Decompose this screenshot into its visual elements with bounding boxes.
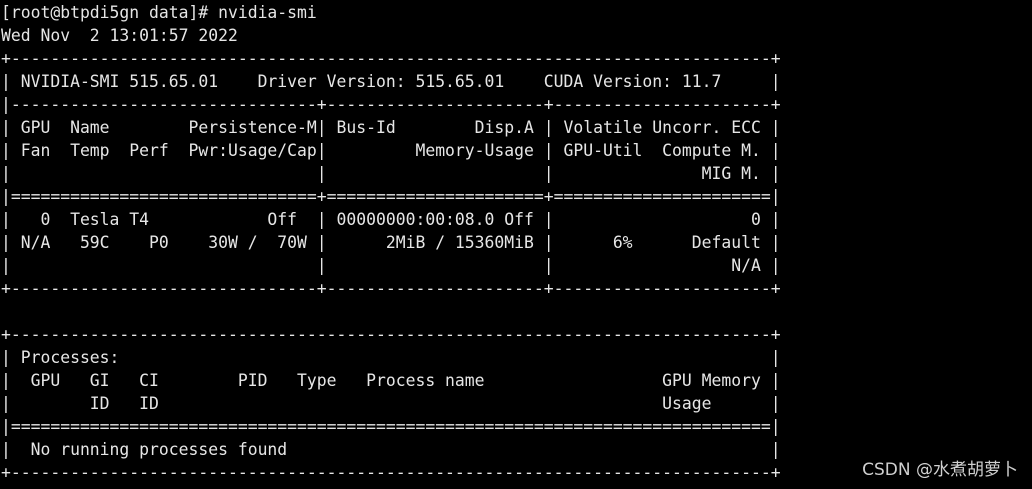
table-border-top: +---------------------------------------…: [1, 49, 781, 68]
input-line[interactable]: [1, 484, 1029, 487]
timestamp-line: Wed Nov 2 13:01:57 2022: [1, 26, 238, 45]
table-border-bottom: +-------------------------------+-------…: [1, 279, 781, 298]
processes-header-row-2: | ID ID Usage |: [1, 394, 781, 413]
gpu-header-row-1: | GPU Name Persistence-M| Bus-Id Disp.A …: [1, 118, 781, 137]
table-divider: |-------------------------------+-------…: [1, 95, 781, 114]
processes-header-row-1: | GPU GI CI PID Type Process name GPU Me…: [1, 371, 781, 390]
terminal-window[interactable]: [root@btpdi5gn data]# nvidia-smi Wed Nov…: [1, 1, 1029, 487]
gpu-header-row-2: | Fan Temp Perf Pwr:Usage/Cap| Memory-Us…: [1, 141, 781, 160]
processes-border-top: +---------------------------------------…: [1, 325, 781, 344]
gpu-header-row-3: | | | MIG M. |: [1, 164, 781, 183]
smi-version-line: | NVIDIA-SMI 515.65.01 Driver Version: 5…: [1, 72, 781, 91]
header-separator: |===============================+=======…: [1, 187, 781, 206]
gpu-info-row-3: | | | N/A |: [1, 256, 781, 275]
gpu-info-row-1: | 0 Tesla T4 Off | 00000000:00:08.0 Off …: [1, 210, 781, 229]
gpu-info-row-2: | N/A 59C P0 30W / 70W | 2MiB / 15360MiB…: [1, 233, 781, 252]
processes-title-row: | Processes: |: [1, 348, 781, 367]
processes-separator: |=======================================…: [1, 417, 781, 436]
watermark-text: CSDN @水煮胡萝卜: [862, 460, 1018, 480]
prompt-command-line: [root@btpdi5gn data]# nvidia-smi: [1, 3, 317, 22]
